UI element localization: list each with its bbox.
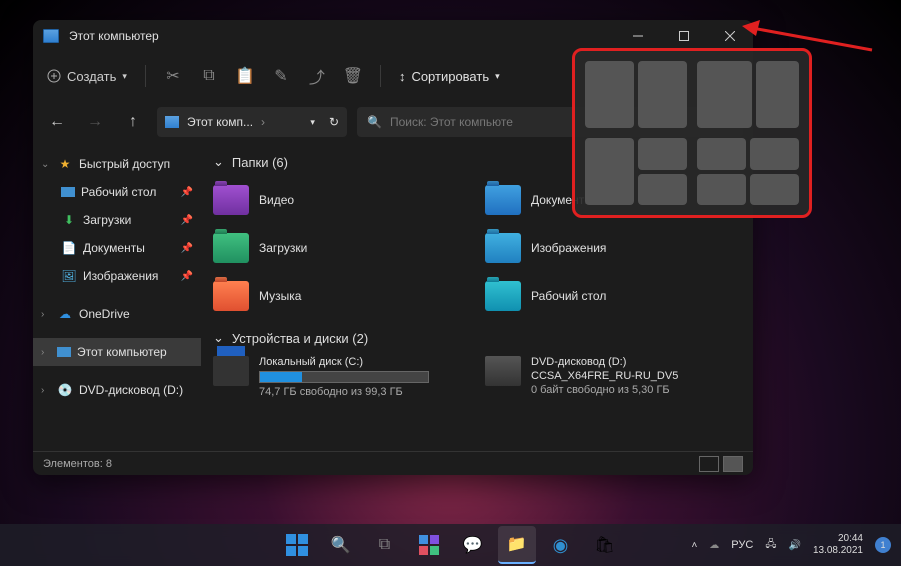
sort-icon: ↕ bbox=[399, 69, 406, 84]
image-icon: 🖼 bbox=[61, 268, 77, 284]
snap-layout-flyout bbox=[572, 48, 812, 218]
copy-button[interactable]: ⧉ bbox=[200, 67, 218, 85]
sidebar-item-downloads[interactable]: ⬇ Загрузки 📌 bbox=[33, 206, 201, 234]
sidebar-item-quick[interactable]: ⌄ ★ Быстрый доступ bbox=[33, 150, 201, 178]
disc-icon bbox=[485, 356, 521, 386]
view-details-button[interactable] bbox=[699, 456, 719, 472]
chat-button[interactable]: 💬 bbox=[454, 526, 492, 564]
pin-icon: 📌 bbox=[181, 243, 193, 254]
pin-icon: 📌 bbox=[181, 215, 193, 226]
folder-icon bbox=[213, 233, 249, 263]
thispc-icon bbox=[165, 116, 179, 128]
folder-desktop[interactable]: Рабочий стол bbox=[485, 276, 741, 316]
search-icon: 🔍 bbox=[367, 115, 382, 129]
notification-badge[interactable]: 1 bbox=[875, 537, 891, 553]
tray-chevron-icon[interactable]: ˄ bbox=[691, 540, 697, 551]
rename-button[interactable]: ✎ bbox=[272, 67, 290, 85]
address-text: Этот комп... bbox=[187, 115, 253, 129]
share-button[interactable]: ⤴ bbox=[308, 67, 326, 85]
pin-icon: 📌 bbox=[181, 271, 193, 282]
window-title: Этот компьютер bbox=[69, 29, 615, 43]
folder-music[interactable]: Музыка bbox=[213, 276, 469, 316]
folder-images[interactable]: Изображения bbox=[485, 228, 741, 268]
download-icon: ⬇ bbox=[61, 212, 77, 228]
edge-app[interactable]: ◉ bbox=[542, 526, 580, 564]
tray-onedrive-icon[interactable]: ☁ bbox=[709, 540, 719, 551]
disc-icon: 💿 bbox=[57, 382, 73, 398]
address-bar[interactable]: Этот комп... › ▾ ↻ bbox=[157, 107, 347, 137]
new-button[interactable]: Создать ▾ bbox=[47, 69, 127, 84]
clock[interactable]: 20:44 13.08.2021 bbox=[813, 533, 863, 557]
view-large-button[interactable] bbox=[723, 456, 743, 472]
item-count: Элементов: 8 bbox=[43, 458, 112, 470]
sidebar-item-dvd[interactable]: › 💿 DVD-дисковод (D:) bbox=[33, 376, 201, 404]
snap-layout-2col-wide[interactable] bbox=[697, 61, 799, 128]
folder-icon bbox=[213, 281, 249, 311]
language-indicator[interactable]: РУС bbox=[731, 539, 753, 551]
drive-icon bbox=[213, 356, 249, 386]
chevron-down-icon: ⌄ bbox=[213, 330, 224, 346]
folder-video[interactable]: Видео bbox=[213, 180, 469, 220]
sort-button[interactable]: ↕ Сортировать ▾ bbox=[399, 69, 500, 84]
pin-icon: 📌 bbox=[181, 187, 193, 198]
chevron-down-icon: ▾ bbox=[122, 71, 127, 82]
new-label: Создать bbox=[67, 69, 116, 84]
snap-layout-2col[interactable] bbox=[585, 61, 687, 128]
chevron-right-icon: › bbox=[41, 309, 51, 320]
start-button[interactable] bbox=[278, 526, 316, 564]
refresh-button[interactable]: ↻ bbox=[329, 115, 339, 129]
cloud-icon: ☁ bbox=[57, 306, 73, 322]
delete-button[interactable]: 🗑 bbox=[344, 67, 362, 85]
sidebar-item-documents[interactable]: 📄 Документы 📌 bbox=[33, 234, 201, 262]
chevron-down-icon: ▾ bbox=[495, 71, 500, 82]
folder-icon bbox=[485, 233, 521, 263]
folder-icon bbox=[213, 185, 249, 215]
sort-label: Сортировать bbox=[411, 69, 489, 84]
sidebar-item-thispc[interactable]: › Этот компьютер bbox=[33, 338, 201, 366]
drive-c[interactable]: Локальный диск (C:) 74,7 ГБ свободно из … bbox=[213, 356, 469, 398]
paste-button[interactable]: 📋 bbox=[236, 67, 254, 85]
folder-icon bbox=[485, 185, 521, 215]
sidebar-item-desktop[interactable]: Рабочий стол 📌 bbox=[33, 178, 201, 206]
up-button[interactable]: ↑ bbox=[119, 108, 147, 136]
explorer-app[interactable]: 📁 bbox=[498, 526, 536, 564]
store-app[interactable]: 🛍 bbox=[586, 526, 624, 564]
status-bar: Элементов: 8 bbox=[33, 451, 753, 475]
folder-icon bbox=[485, 281, 521, 311]
snap-layout-3col[interactable] bbox=[585, 138, 687, 205]
network-icon[interactable]: 🖧 bbox=[765, 537, 776, 554]
back-button[interactable]: ← bbox=[43, 108, 71, 136]
sidebar-item-onedrive[interactable]: › ☁ OneDrive bbox=[33, 300, 201, 328]
thispc-icon bbox=[57, 347, 71, 357]
plus-circle-icon bbox=[47, 69, 61, 83]
thispc-icon bbox=[43, 29, 59, 43]
chevron-down-icon[interactable]: ▾ bbox=[310, 117, 315, 128]
drive-d[interactable]: DVD-дисковод (D:) CCSA_X64FRE_RU-RU_DV5 … bbox=[485, 356, 741, 398]
volume-icon[interactable]: 🔊 bbox=[788, 540, 800, 551]
sidebar-item-images[interactable]: 🖼 Изображения 📌 bbox=[33, 262, 201, 290]
snap-layout-4grid[interactable] bbox=[697, 138, 799, 205]
group-drives[interactable]: ⌄ Устройства и диски (2) bbox=[213, 330, 741, 346]
taskview-button[interactable]: ⧉ bbox=[366, 526, 404, 564]
taskbar: 🔍 ⧉ 💬 📁 ◉ 🛍 ˄ ☁ РУС 🖧 🔊 20:44 13.08.2021… bbox=[0, 524, 901, 566]
storage-bar bbox=[259, 371, 429, 383]
forward-button[interactable]: → bbox=[81, 108, 109, 136]
search-placeholder: Поиск: Этот компьюте bbox=[390, 115, 513, 129]
chevron-right-icon: › bbox=[41, 347, 51, 358]
document-icon: 📄 bbox=[61, 240, 77, 256]
nav-pane: ⌄ ★ Быстрый доступ Рабочий стол 📌 ⬇ Загр… bbox=[33, 144, 201, 451]
chevron-right-icon: › bbox=[41, 385, 51, 396]
chevron-down-icon: ⌄ bbox=[41, 159, 51, 170]
folder-downloads[interactable]: Загрузки bbox=[213, 228, 469, 268]
search-button[interactable]: 🔍 bbox=[322, 526, 360, 564]
star-icon: ★ bbox=[57, 156, 73, 172]
widgets-button[interactable] bbox=[410, 526, 448, 564]
chevron-down-icon: ⌄ bbox=[213, 154, 224, 170]
desktop-icon bbox=[61, 187, 75, 197]
cut-button[interactable]: ✂ bbox=[164, 67, 182, 85]
